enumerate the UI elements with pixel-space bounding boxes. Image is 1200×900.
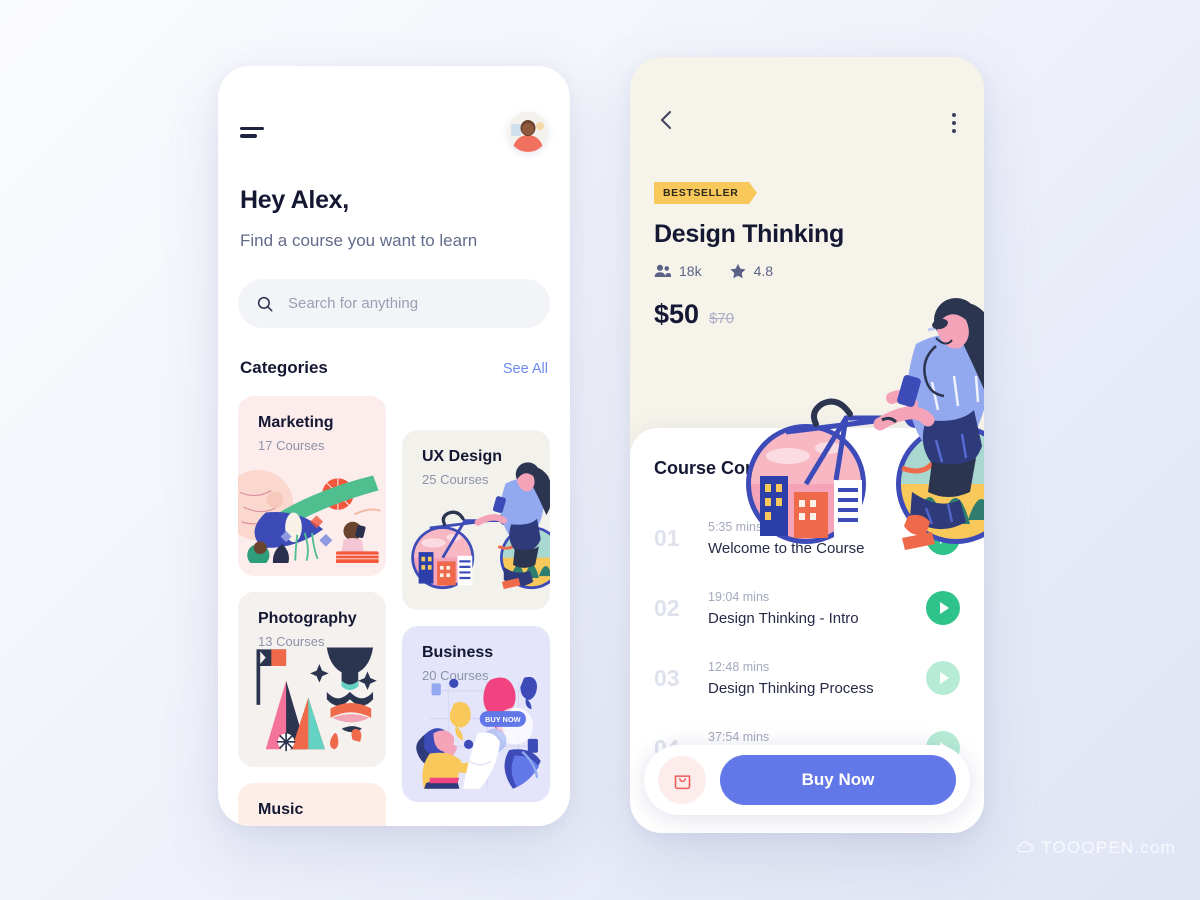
dot-1 bbox=[952, 112, 956, 117]
current-price: $50 bbox=[654, 299, 700, 329]
hamburger-line-top bbox=[240, 126, 264, 130]
star-icon bbox=[730, 263, 746, 279]
categories-title: Categories bbox=[240, 358, 328, 377]
avatar[interactable] bbox=[508, 112, 548, 152]
search-input[interactable]: Search for anything bbox=[238, 279, 550, 328]
students-count: 18k bbox=[679, 263, 702, 279]
category-name: Photography bbox=[258, 610, 357, 627]
category-name: Business bbox=[422, 644, 494, 661]
category-count: 20 Courses bbox=[422, 668, 489, 683]
category-card-business[interactable]: Business 20 Courses BUY NOW bbox=[402, 626, 550, 802]
lesson-number: 02 bbox=[654, 594, 680, 621]
buy-now-button[interactable]: Buy Now bbox=[720, 755, 956, 805]
search-icon bbox=[257, 296, 273, 311]
avatar-decor-left bbox=[511, 124, 521, 136]
course-stats: 18k 4.8 bbox=[654, 263, 960, 279]
rating-value: 4.8 bbox=[753, 263, 774, 279]
see-all-link[interactable]: See All bbox=[503, 361, 548, 377]
watermark: TOOOPEN.com bbox=[1016, 838, 1176, 858]
categories-header: Categories See All bbox=[240, 358, 548, 378]
more-vertical-icon[interactable] bbox=[948, 109, 960, 137]
lesson-duration: 37:54 mins bbox=[708, 729, 770, 744]
shopping-bag-icon bbox=[674, 774, 690, 789]
lesson-duration: 12:48 mins bbox=[708, 659, 770, 674]
phone-course-detail-screen: BESTSELLER Design Thinking 18k 4.8 $50 $… bbox=[630, 57, 984, 833]
play-button[interactable] bbox=[926, 661, 960, 695]
watermark-logo-icon bbox=[1017, 840, 1034, 852]
play-icon bbox=[940, 602, 949, 614]
category-count: 13 Courses bbox=[258, 634, 325, 649]
category-name: Music bbox=[258, 801, 304, 818]
hamburger-line-bottom bbox=[240, 134, 257, 138]
students-stat: 18k bbox=[654, 263, 702, 279]
dot-2 bbox=[952, 120, 956, 125]
category-card-ux-design[interactable]: UX Design 25 Courses bbox=[402, 430, 550, 610]
lesson-title: Design Thinking - Intro bbox=[708, 609, 859, 627]
price-block: $50 $70 bbox=[654, 299, 960, 330]
detail-topbar bbox=[630, 57, 984, 140]
page-title: Design Thinking bbox=[654, 220, 844, 248]
categories-grid: Marketing 17 Courses Photography 13 Cour… bbox=[238, 396, 550, 826]
avatar-face bbox=[522, 123, 534, 135]
category-name: Marketing bbox=[258, 414, 334, 431]
people-icon bbox=[654, 264, 671, 277]
home-topbar bbox=[218, 66, 570, 152]
watermark-text: TOOOPEN.com bbox=[1041, 838, 1176, 857]
categories-column-right: UX Design 25 Courses Business 20 Courses… bbox=[402, 396, 550, 826]
category-card-marketing[interactable]: Marketing 17 Courses bbox=[238, 396, 386, 576]
greeting-text: Hey Alex, bbox=[240, 186, 349, 214]
category-card-photography[interactable]: Photography 13 Courses bbox=[238, 592, 386, 767]
lesson-title: Design Thinking Process bbox=[708, 679, 874, 697]
subtitle-text: Find a course you want to learn bbox=[240, 231, 478, 250]
categories-column-left: Marketing 17 Courses Photography 13 Cour… bbox=[238, 396, 386, 826]
lesson-body: 12:48 mins Design Thinking Process bbox=[708, 660, 910, 697]
avatar-decor-right bbox=[536, 122, 544, 130]
course-hero-info: BESTSELLER Design Thinking 18k 4.8 $50 $… bbox=[630, 182, 984, 330]
lesson-body: 19:04 mins Design Thinking - Intro bbox=[708, 590, 910, 627]
svg-text:BUY NOW: BUY NOW bbox=[485, 715, 521, 724]
category-count: 25 Courses bbox=[422, 472, 489, 487]
search-placeholder: Search for anything bbox=[288, 295, 419, 312]
phone-home-screen: Hey Alex, Find a course you want to lear… bbox=[218, 66, 570, 826]
status-badge: BESTSELLER bbox=[654, 182, 758, 204]
play-icon bbox=[940, 672, 949, 684]
lesson-number: 01 bbox=[654, 524, 680, 551]
lesson-number: 03 bbox=[654, 664, 680, 691]
add-to-bag-button[interactable] bbox=[658, 756, 706, 804]
lesson-duration: 19:04 mins bbox=[708, 589, 770, 604]
category-card-music[interactable]: Music bbox=[238, 783, 386, 826]
hamburger-icon[interactable] bbox=[240, 121, 266, 144]
purchase-bar: Buy Now bbox=[644, 745, 970, 815]
list-item[interactable]: 03 12:48 mins Design Thinking Process bbox=[654, 643, 960, 713]
original-price: $70 bbox=[709, 310, 735, 327]
list-item[interactable]: 02 19:04 mins Design Thinking - Intro bbox=[654, 573, 960, 643]
dot-3 bbox=[952, 128, 956, 133]
play-button[interactable] bbox=[926, 591, 960, 625]
chevron-left-icon bbox=[661, 111, 671, 129]
category-name: UX Design bbox=[422, 448, 503, 465]
category-count: 17 Courses bbox=[258, 438, 325, 453]
back-button[interactable] bbox=[654, 105, 678, 140]
rating-stat: 4.8 bbox=[730, 263, 773, 279]
